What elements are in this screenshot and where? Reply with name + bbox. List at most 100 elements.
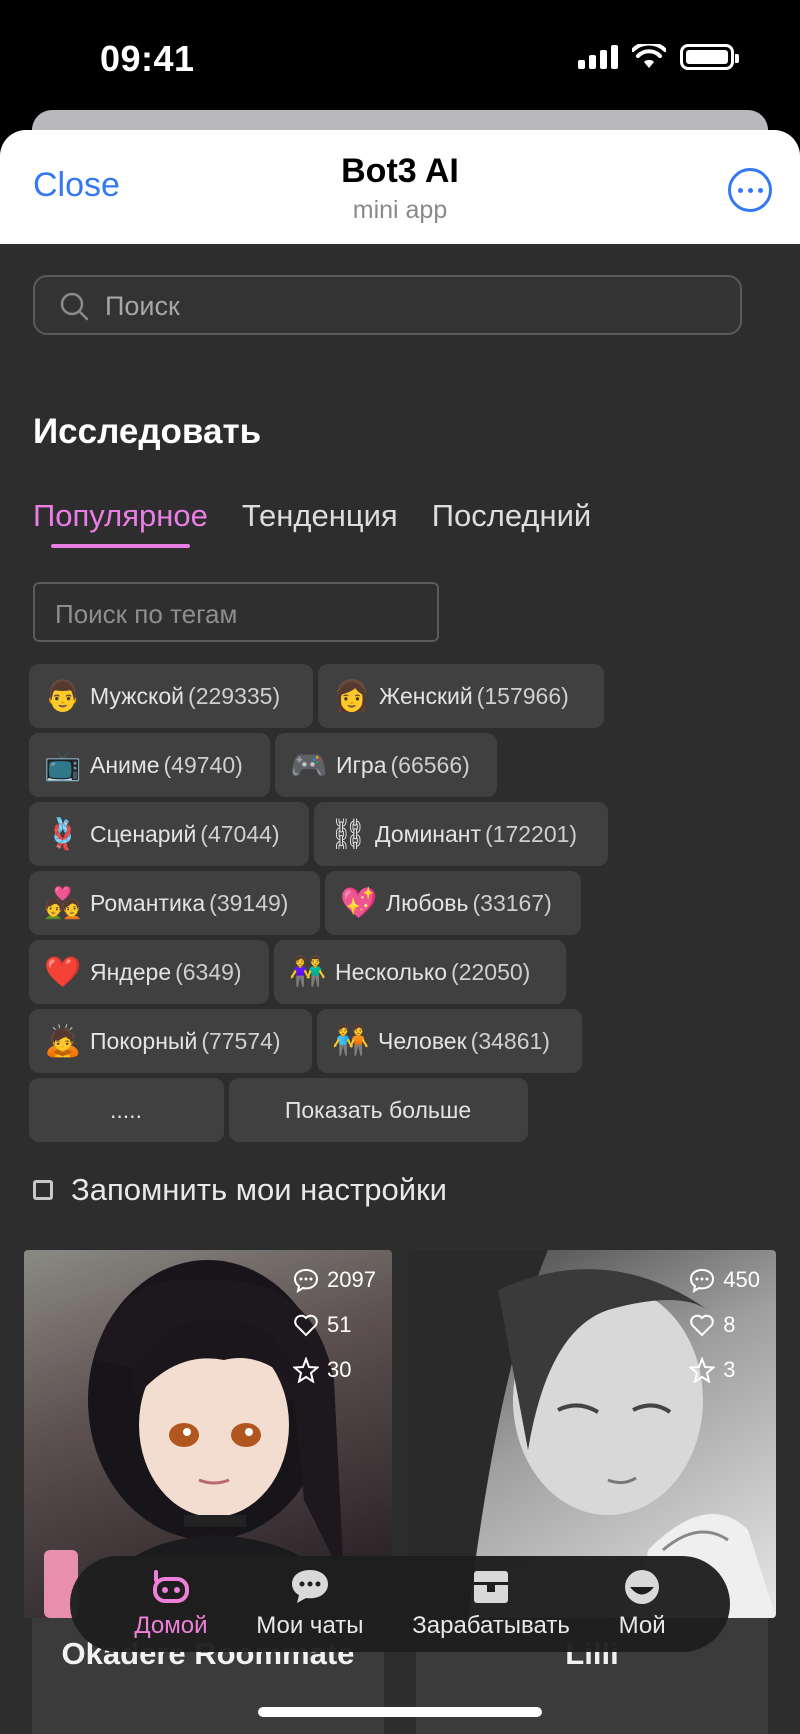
tag-female[interactable]: 👩 Женский (157966) — [318, 664, 604, 728]
couple-icon: 👫 — [289, 955, 327, 989]
tag-game[interactable]: 🎮 Игра (66566) — [275, 733, 497, 797]
chains-icon: ⛓ — [328, 817, 368, 851]
sort-tabs: Популярное Тенденция Последний — [33, 498, 591, 548]
star-icon — [689, 1357, 716, 1383]
tag-label: Романтика — [90, 889, 206, 916]
tv-icon: 📺 — [44, 748, 82, 782]
chat-count: 450 — [689, 1264, 760, 1296]
people-holding-hands-icon: 🧑‍🤝‍🧑 — [332, 1024, 370, 1058]
tag-label: Любовь — [386, 889, 469, 916]
tag-count: (33167) — [472, 889, 552, 916]
bottom-navigation: Домой Мои чаты Зарабатывать Мой — [70, 1556, 730, 1652]
tab-latest[interactable]: Последний — [432, 498, 592, 548]
main-content: Поиск Исследовать Популярное Тенденция П… — [0, 244, 800, 1734]
nav-earn-label: Зарабатывать — [412, 1612, 570, 1639]
bowing-person-icon: 🙇 — [44, 1024, 82, 1058]
chat-icon — [690, 1268, 715, 1293]
tag-dominant[interactable]: ⛓ Доминант (172201) — [314, 802, 608, 866]
nav-earn[interactable]: Зарабатывать — [412, 1568, 570, 1640]
woman-icon: 👩 — [333, 679, 371, 713]
home-bot-icon — [152, 1570, 189, 1603]
tag-label: Доминант — [375, 820, 482, 847]
status-time: 09:41 — [100, 38, 195, 79]
tag-human[interactable]: 🧑‍🤝‍🧑 Человек (34861) — [317, 1009, 582, 1073]
tag-anime[interactable]: 📺 Аниме (49740) — [29, 733, 270, 797]
search-input[interactable]: Поиск — [33, 275, 742, 335]
nav-home[interactable]: Домой — [134, 1568, 208, 1640]
nav-my-chats-label: Мои чаты — [256, 1612, 364, 1639]
more-options-button[interactable] — [728, 168, 772, 212]
tab-popular[interactable]: Популярное — [33, 498, 208, 548]
heart-icon — [690, 1314, 715, 1337]
tag-count: (229335) — [188, 682, 281, 709]
tag-love[interactable]: 💖 Любовь (33167) — [325, 871, 581, 935]
tag-search-placeholder: Поиск по тегам — [55, 599, 238, 629]
couple-heart-icon: 💑 — [44, 886, 82, 920]
card-stats: 2097 51 30 — [293, 1264, 376, 1386]
remember-settings[interactable]: Запомнить мои настройки — [33, 1172, 447, 1208]
tag-multiple[interactable]: 👫 Несколько (22050) — [274, 940, 566, 1004]
tag-yandere[interactable]: ❤️ Яндере (6349) — [29, 940, 269, 1004]
like-count-value: 51 — [327, 1312, 352, 1337]
nav-profile[interactable]: Мой — [619, 1568, 666, 1640]
tag-search-input[interactable]: Поиск по тегам — [33, 582, 439, 642]
star-icon — [293, 1357, 320, 1383]
app-subtitle: mini app — [352, 196, 448, 224]
miniapp-header: Close Bot3 AI mini app — [0, 130, 800, 244]
tag-count: (49740) — [163, 751, 243, 778]
tag-label: Игра — [336, 751, 387, 778]
search-placeholder: Поиск — [105, 291, 180, 321]
remember-label: Запомнить мои настройки — [71, 1172, 447, 1207]
app-title: Bot3 AI — [341, 152, 459, 190]
tag-count: (22050) — [451, 958, 531, 985]
gamepad-icon: 🎮 — [290, 748, 328, 782]
tag-label: Сценарий — [90, 820, 197, 847]
status-bar: 09:41 — [0, 0, 800, 110]
wifi-icon — [632, 44, 666, 68]
nav-home-label: Домой — [134, 1612, 208, 1639]
chat-count-value: 450 — [723, 1267, 760, 1292]
red-heart-icon: ❤️ — [44, 955, 82, 989]
tab-trending[interactable]: Тенденция — [242, 498, 398, 548]
chat-count-value: 2097 — [327, 1267, 376, 1292]
battery-icon — [680, 44, 739, 70]
home-indicator[interactable] — [258, 1707, 542, 1717]
search-icon — [60, 292, 89, 321]
tag-count: (6349) — [175, 958, 242, 985]
tag-count: (34861) — [470, 1027, 550, 1054]
chat-icon — [294, 1268, 319, 1293]
tag-label: Несколько — [335, 958, 448, 985]
tag-label: Яндере — [90, 958, 172, 985]
tag-list: 👨 Мужской (229335) 👩 Женский (157966) 📺 Аниме… — [29, 664, 769, 1142]
tag-label: Аниме — [90, 751, 160, 778]
section-title: Исследовать — [33, 412, 262, 451]
tag-count: (39149) — [209, 889, 289, 916]
tag-scenario[interactable]: 🪢 Сценарий (47044) — [29, 802, 309, 866]
sparkling-heart-icon: 💖 — [340, 886, 378, 920]
like-count: 51 — [293, 1309, 376, 1341]
nav-my-chats[interactable]: Мои чаты — [256, 1568, 364, 1640]
show-more-button[interactable]: Показать больше — [229, 1078, 528, 1142]
heart-icon — [294, 1314, 318, 1337]
tag-submissive[interactable]: 🙇 Покорный (77574) — [29, 1009, 312, 1073]
tag-label: Человек — [378, 1027, 467, 1054]
tag-label: Покорный — [90, 1027, 198, 1054]
remember-checkbox[interactable] — [33, 1180, 53, 1200]
profile-icon — [625, 1570, 660, 1604]
tag-label: Мужской — [90, 682, 185, 709]
man-icon: 👨 — [44, 679, 82, 713]
wallet-icon — [474, 1571, 509, 1603]
tag-male[interactable]: 👨 Мужской (229335) — [29, 664, 313, 728]
star-count-value: 3 — [723, 1357, 736, 1382]
tag-count: (66566) — [390, 751, 470, 778]
star-count: 3 — [689, 1354, 760, 1386]
more-tags-dots-button[interactable]: ..... — [29, 1078, 224, 1142]
tag-count: (172201) — [485, 820, 578, 847]
cellular-signal-icon — [578, 45, 618, 69]
tag-count: (77574) — [201, 1027, 281, 1054]
tag-label: Женский — [379, 682, 473, 709]
tag-count: (157966) — [476, 682, 569, 709]
like-count-value: 8 — [723, 1312, 736, 1337]
chat-bubble-icon — [291, 1570, 328, 1603]
tag-romance[interactable]: 💑 Романтика (39149) — [29, 871, 320, 935]
